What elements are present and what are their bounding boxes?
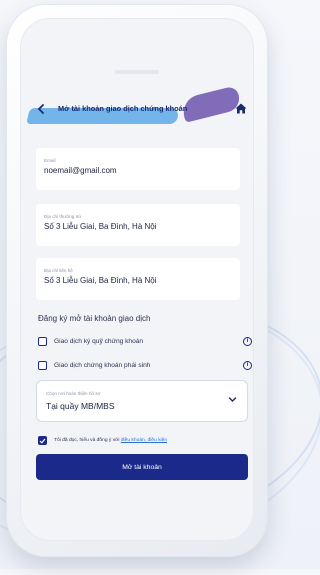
terms-text: Tôi đã đọc, hiểu và đồng ý với điều khoả…: [54, 438, 167, 443]
margin-trading-label: Giao dịch ký quỹ chứng khoán: [54, 337, 144, 345]
permanent-address-label: Địa chỉ thường trú: [44, 214, 81, 219]
derivatives-checkbox[interactable]: [38, 360, 47, 370]
chevron-left-icon: [37, 104, 44, 114]
margin-trading-checkbox[interactable]: [38, 336, 47, 346]
completion-location-select[interactable]: Chọn nơi hoàn thiện hồ sơ Tại quầy MB/MB…: [36, 380, 248, 422]
info-icon[interactable]: i: [243, 336, 252, 346]
contact-address-value: Số 3 Liễu Giai, Ba Đình, Hà Nội: [44, 276, 157, 285]
terms-agreement: Tôi đã đọc, hiểu và đồng ý với điều khoả…: [38, 436, 252, 445]
page-title: Mở tài khoản giao dịch chứng khoán: [58, 104, 188, 113]
permanent-address-value: Số 3 Liễu Giai, Ba Đình, Hà Nội: [44, 222, 157, 231]
app-screen: Mở tài khoản giao dịch chứng khoán Email…: [20, 18, 254, 541]
email-field[interactable]: Email noemail@gmail.com: [36, 148, 240, 190]
option-margin-trading[interactable]: Giao dịch ký quỹ chứng khoán i: [38, 334, 252, 348]
register-section-title: Đăng ký mở tài khoản giao dịch: [38, 314, 151, 323]
contact-address-field[interactable]: Địa chỉ liên hệ Số 3 Liễu Giai, Ba Đình,…: [36, 258, 240, 300]
info-icon[interactable]: i: [243, 360, 252, 370]
permanent-address-field[interactable]: Địa chỉ thường trú Số 3 Liễu Giai, Ba Đì…: [36, 204, 240, 246]
contact-address-label: Địa chỉ liên hệ: [44, 268, 73, 273]
email-value: noemail@gmail.com: [44, 166, 117, 175]
terms-link[interactable]: điều khoản, điều kiện: [121, 438, 167, 443]
home-icon: [235, 103, 247, 113]
app-header: Mở tài khoản giao dịch chứng khoán: [20, 85, 254, 130]
phone-speaker: [115, 70, 159, 74]
phone-frame: Mở tài khoản giao dịch chứng khoán Email…: [6, 4, 268, 557]
derivatives-label: Giao dịch chứng khoán phái sinh: [54, 361, 151, 369]
home-button[interactable]: [234, 101, 248, 115]
checkmark-icon: [39, 438, 46, 444]
open-account-button[interactable]: Mở tài khoản: [36, 454, 248, 480]
select-label: Chọn nơi hoàn thiện hồ sơ: [46, 391, 101, 396]
terms-statement: Tôi đã đọc, hiểu và đồng ý với: [54, 438, 120, 443]
email-label: Email: [44, 158, 56, 163]
chevron-down-icon: [228, 397, 237, 402]
terms-checkbox[interactable]: [38, 436, 47, 445]
back-button[interactable]: [32, 100, 50, 118]
select-value: Tại quầy MB/MBS: [46, 401, 115, 411]
option-derivatives[interactable]: Giao dịch chứng khoán phái sinh i: [38, 358, 252, 372]
